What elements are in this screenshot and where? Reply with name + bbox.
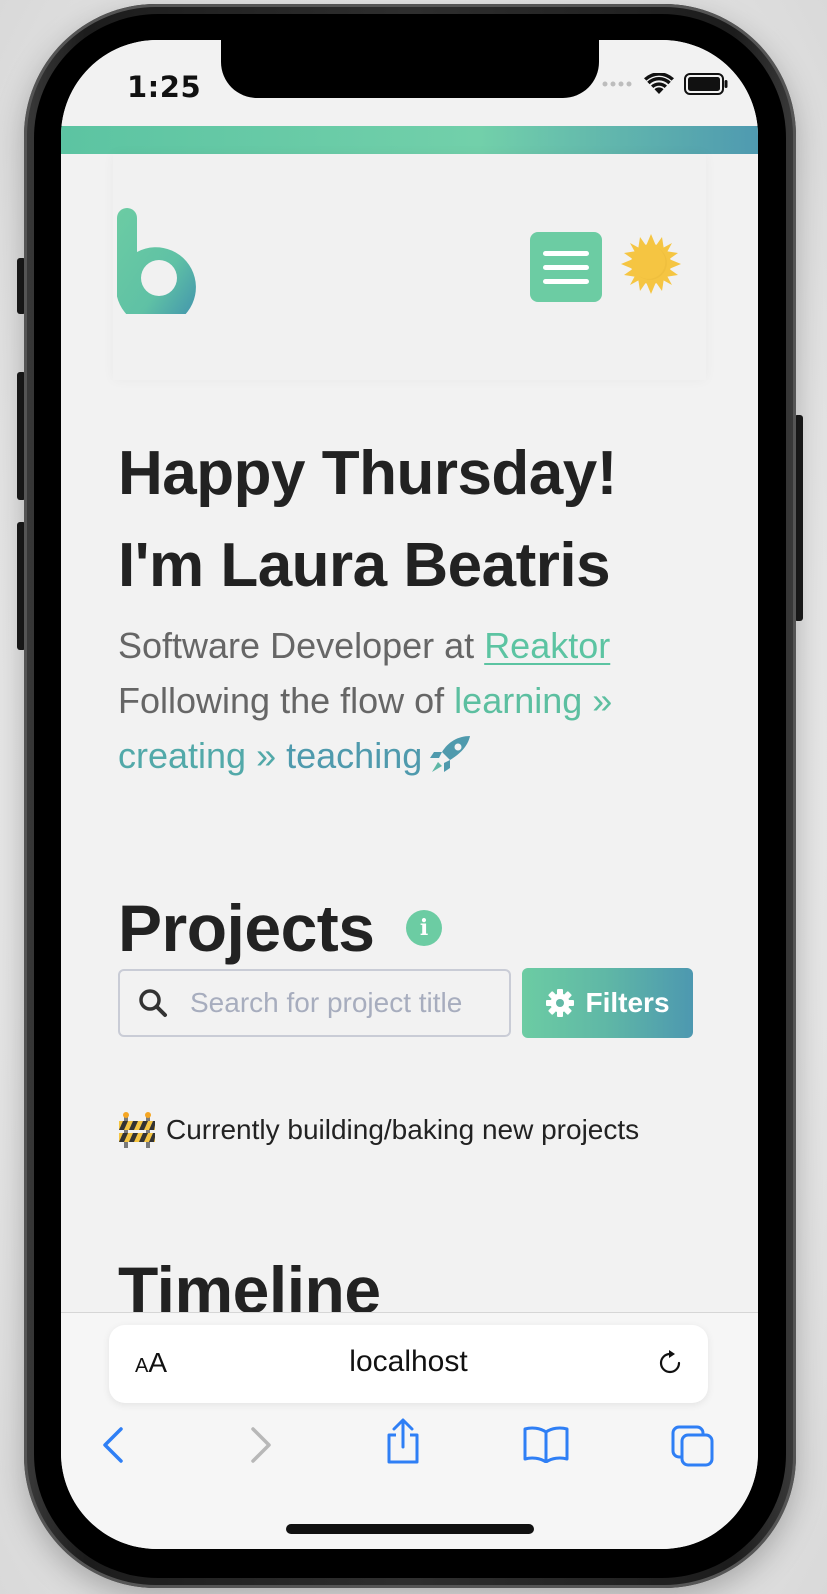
top-gradient-bar	[61, 126, 758, 154]
gear-icon	[546, 989, 575, 1017]
status-icons	[602, 72, 728, 96]
construction-icon	[119, 1112, 155, 1148]
search-icon	[139, 989, 167, 1017]
project-search-box	[118, 969, 511, 1037]
hamburger-icon-line	[543, 278, 589, 284]
book-icon	[523, 1426, 569, 1464]
tabs-button[interactable]	[671, 1425, 715, 1471]
site-logo[interactable]	[115, 208, 199, 328]
forward-button[interactable]	[245, 1425, 275, 1469]
menu-button[interactable]	[530, 232, 602, 302]
status-time: 1:25	[127, 70, 202, 104]
building-notice: Currently building/baking new projects	[118, 1112, 639, 1148]
job-title-text: Software Developer at	[118, 625, 485, 666]
info-icon[interactable]: i	[406, 910, 442, 946]
site-header	[113, 154, 706, 380]
reload-button[interactable]	[658, 1350, 682, 1380]
sun-moon-icon	[621, 234, 681, 294]
home-indicator	[286, 1524, 534, 1534]
phone-screen: 1:25 Happy Thursday! I'm Laura Beatris S…	[61, 40, 758, 1549]
hero-greeting: Happy Thursday! I'm Laura Beatris	[118, 428, 718, 612]
bookmarks-button[interactable]	[523, 1425, 569, 1467]
greeting-line-1: Happy Thursday!	[118, 439, 617, 508]
safari-toolbar	[61, 1418, 758, 1481]
company-link[interactable]: Reaktor	[484, 625, 610, 666]
device-stage: 1:25 Happy Thursday! I'm Laura Beatris S…	[0, 0, 827, 1594]
url-text: localhost	[349, 1345, 468, 1378]
flow-learning: learning »	[454, 680, 613, 721]
hamburger-icon-line	[543, 264, 589, 270]
hamburger-icon-line	[543, 250, 589, 256]
hero-subtitle: Software Developer at Reaktor Following t…	[118, 618, 718, 789]
safari-bottom-bar: AA localhost	[61, 1312, 758, 1549]
share-button[interactable]	[383, 1417, 423, 1469]
chevron-right-icon	[251, 1427, 271, 1463]
theme-toggle-button[interactable]	[621, 234, 681, 298]
logo-b-icon	[115, 208, 196, 328]
building-message: Currently building/baking new projects	[166, 1114, 640, 1145]
filters-button-label: Filters	[585, 987, 670, 1018]
projects-heading: Projects	[118, 891, 375, 965]
rocket-icon	[428, 734, 472, 789]
reload-icon	[659, 1350, 681, 1374]
back-button[interactable]	[99, 1425, 129, 1469]
battery-icon	[684, 73, 728, 95]
flow-prefix-text: Following the flow of	[118, 680, 455, 721]
greeting-line-2: I'm Laura Beatris	[118, 531, 611, 600]
chevron-left-icon	[103, 1427, 123, 1463]
camera-notch	[221, 40, 599, 98]
project-search-input[interactable]	[188, 986, 492, 1020]
address-bar[interactable]: AA localhost	[109, 1325, 708, 1403]
flow-creating: creating »	[118, 735, 277, 776]
filters-button[interactable]: Filters	[522, 968, 693, 1038]
tabs-icon	[671, 1425, 714, 1467]
signal-dots-icon	[602, 81, 632, 87]
wifi-icon	[644, 73, 674, 94]
flow-teaching: teaching	[286, 735, 423, 776]
share-icon	[387, 1418, 419, 1464]
